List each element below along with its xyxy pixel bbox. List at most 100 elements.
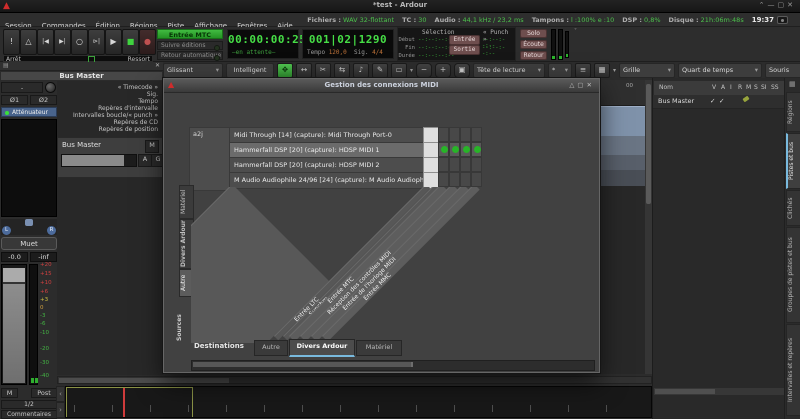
automation-lane[interactable] xyxy=(600,155,645,170)
edit-mode-combo[interactable]: ▾ Glissant xyxy=(163,63,223,78)
matrix-cell[interactable] xyxy=(449,142,460,157)
chevron-down-icon[interactable]: ▾ xyxy=(613,67,616,74)
midi-matrix-grid[interactable] xyxy=(438,127,482,187)
play-range-button[interactable]: ⊳| xyxy=(88,29,105,55)
auto-return-toggle[interactable]: Retour automatique xyxy=(157,51,223,61)
tracks-panel-hscrollbar[interactable] xyxy=(654,388,784,395)
punch-in-button[interactable]: Entrée xyxy=(449,35,480,45)
edit-tool-icon[interactable]: ▭ xyxy=(391,63,407,78)
matrix-cell[interactable] xyxy=(438,172,449,187)
trim-knob[interactable] xyxy=(45,82,56,93)
star-combo[interactable]: ▾ * xyxy=(548,63,573,78)
comments-button[interactable]: Commentaires xyxy=(1,410,57,419)
output-button[interactable]: 1/2 xyxy=(1,400,57,409)
matrix-cell[interactable] xyxy=(471,142,482,157)
tab-groupes[interactable]: Groupes de pistes et bus xyxy=(786,227,800,323)
tab-regions[interactable]: Régions xyxy=(786,92,800,132)
grid-unit-combo[interactable]: ▾ Quart de temps xyxy=(678,63,763,78)
loop-button[interactable]: ○ xyxy=(71,29,88,55)
track-name[interactable]: Bus Master xyxy=(62,141,101,149)
draw-tool-icon[interactable]: ✎ xyxy=(372,63,388,78)
summary-bar[interactable] xyxy=(65,386,652,418)
matrix-cell[interactable] xyxy=(438,127,449,142)
zoom-focus-combo[interactable]: ▾ Tête de lecture xyxy=(473,63,546,78)
tab-intervalles[interactable]: Intervalles et repères xyxy=(786,324,800,416)
zoom-out-icon[interactable]: − xyxy=(416,63,433,78)
matrix-cell[interactable] xyxy=(449,157,460,172)
matrix-cell[interactable] xyxy=(471,157,482,172)
phase-2-button[interactable]: Ø2 xyxy=(30,95,57,105)
track-gain-slider[interactable] xyxy=(61,154,137,167)
track-lane[interactable] xyxy=(600,136,645,155)
gain-fader[interactable] xyxy=(1,264,27,385)
summary-scroll-right[interactable]: › xyxy=(56,402,65,418)
follow-edits-toggle[interactable]: Suivre éditions xyxy=(157,41,223,51)
panel-icon[interactable]: ▤ xyxy=(3,62,9,69)
play-button[interactable]: ▶ xyxy=(105,29,122,55)
window-controls[interactable]: ⌃—▢✕ xyxy=(759,1,796,9)
port-group-cell[interactable]: a2j xyxy=(189,127,234,191)
sync-source-button[interactable]: Entrée MTC xyxy=(157,29,223,39)
feedback-button[interactable]: Retour xyxy=(520,51,547,60)
peak-display[interactable]: -inf xyxy=(30,252,57,262)
editor-hscrollbar[interactable] xyxy=(57,376,652,384)
tab-pistes-et-bus[interactable]: Pistes et bus xyxy=(786,133,800,189)
track-lane[interactable] xyxy=(600,106,645,137)
stretch-tool-icon[interactable]: ⇆ xyxy=(334,63,350,78)
matrix-cell[interactable] xyxy=(471,172,482,187)
phase-1-button[interactable]: Ø1 xyxy=(1,95,28,105)
matrix-cell[interactable] xyxy=(438,157,449,172)
save-icon[interactable]: ▦ xyxy=(594,63,611,78)
audition-button[interactable]: Écoute xyxy=(520,40,547,49)
close-icon[interactable]: ✕ xyxy=(155,62,160,69)
editor-vscrollbar[interactable] xyxy=(645,80,652,374)
grab-tool-icon[interactable]: ✥ xyxy=(277,63,293,78)
midi-panic-button[interactable]: ! xyxy=(3,29,20,55)
cut-tool-icon[interactable]: ✂ xyxy=(315,63,331,78)
track-header-bus-master[interactable]: Bus Master M A G xyxy=(57,137,165,178)
dialog-window-controls[interactable]: △▢✕ xyxy=(569,81,595,89)
secondary-clock[interactable]: 001|02|1290 Tempo 120,0 Sig. 4/4 xyxy=(302,29,394,59)
chevron-down-icon[interactable]: ˅ xyxy=(574,28,577,35)
track-mute-button[interactable]: M xyxy=(145,140,159,153)
list-settings-icon[interactable]: ▦ xyxy=(789,80,796,88)
automation-lane[interactable] xyxy=(600,170,645,186)
ruler-labels[interactable]: « Timecode » Sig. Tempo Repères d'interval… xyxy=(58,84,158,133)
dest-tab-autre[interactable]: Autre xyxy=(254,340,288,356)
meter-point-m-button[interactable]: M xyxy=(1,388,18,398)
chevron-down-icon[interactable]: ▾ xyxy=(410,67,413,74)
matrix-cell[interactable] xyxy=(460,157,471,172)
go-start-button[interactable]: |◀ xyxy=(37,29,54,55)
stop-button[interactable]: ■ xyxy=(122,29,139,55)
layers-icon[interactable]: ≡ xyxy=(575,63,592,78)
tab-cliches[interactable]: Clichés xyxy=(786,190,800,226)
solo-button[interactable]: Solo xyxy=(520,29,547,38)
track-a-button[interactable]: A xyxy=(138,154,152,167)
record-button[interactable]: ● xyxy=(139,29,156,55)
grid-combo[interactable]: ▾ Grille xyxy=(619,63,676,78)
dest-tab-divers-ardour[interactable]: Divers Ardour xyxy=(289,339,355,357)
dest-tab-materiel[interactable]: Matériel xyxy=(356,340,402,356)
punch-out-button[interactable]: Sortie xyxy=(449,45,480,55)
smart-mode-button[interactable]: Intelligent xyxy=(226,63,274,78)
summary-view-rect[interactable] xyxy=(66,387,193,417)
primary-clock[interactable]: 00:00:00:25 —en attente— xyxy=(227,29,306,59)
monitor-icon[interactable] xyxy=(777,16,788,24)
zoom-in-icon[interactable]: + xyxy=(435,63,452,78)
shuttle-control[interactable]: Arrêt Ressort xyxy=(3,55,153,63)
pan-handle[interactable] xyxy=(25,219,33,226)
audition-tool-icon[interactable]: ♪ xyxy=(353,63,369,78)
zoom-fit-icon[interactable]: ▣ xyxy=(454,63,471,78)
matrix-cell[interactable] xyxy=(471,127,482,142)
metronome-button[interactable]: △ xyxy=(20,29,37,55)
matrix-cell[interactable] xyxy=(460,127,471,142)
matrix-cell[interactable] xyxy=(449,127,460,142)
tracks-panel-row[interactable]: Bus Master ✓ ✓ xyxy=(653,95,785,109)
processor-box[interactable] xyxy=(1,119,57,217)
dialog-titlebar[interactable]: ▲ Gestion des connexions MIDI △▢✕ xyxy=(164,79,599,93)
mouse-mode-combo[interactable]: ▾Souris xyxy=(765,63,800,78)
meter-point-button[interactable]: Post xyxy=(31,388,57,398)
matrix-cell[interactable] xyxy=(449,172,460,187)
fader-processor-entry[interactable]: Atténuateur xyxy=(1,107,57,117)
mute-button[interactable]: Muet xyxy=(1,237,57,250)
